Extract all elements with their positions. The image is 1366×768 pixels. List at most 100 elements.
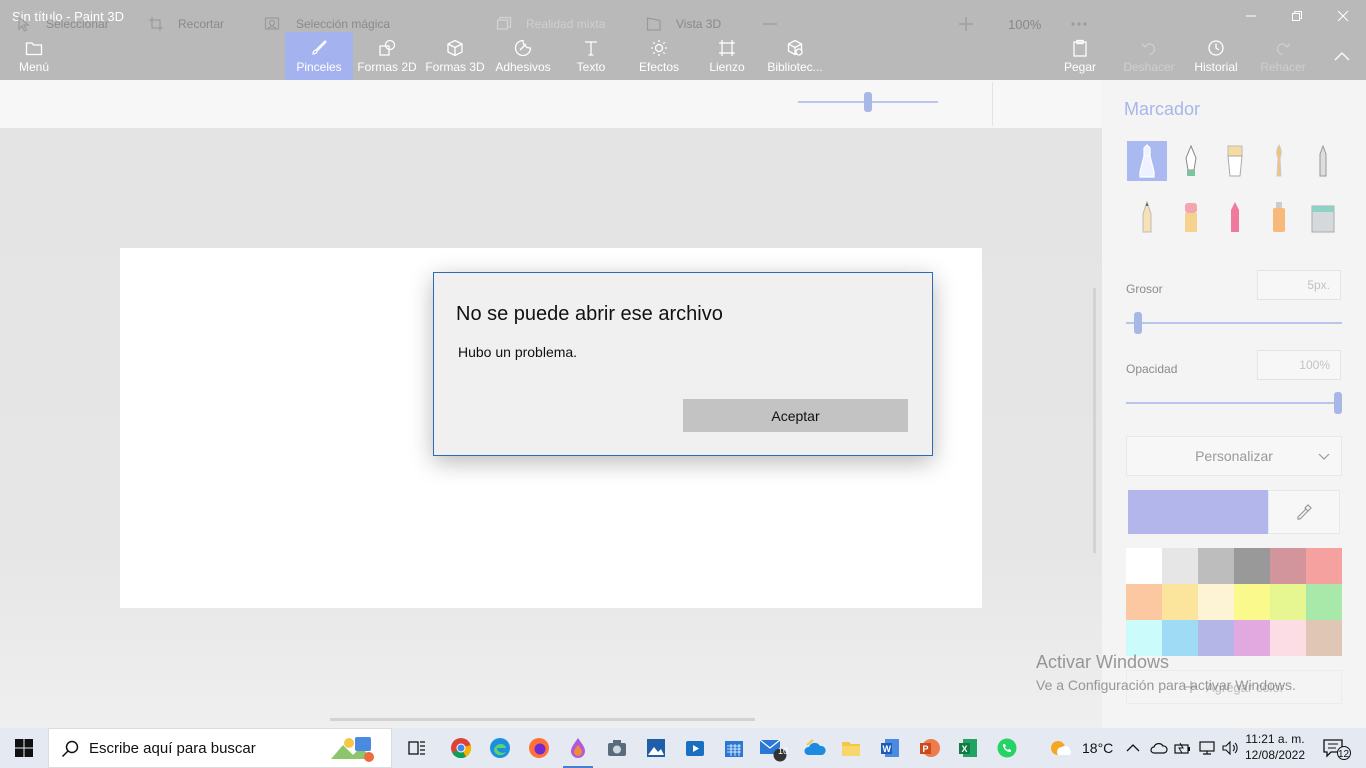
brush-calligraphy-pen[interactable] xyxy=(1171,141,1211,181)
accept-button[interactable]: Aceptar xyxy=(683,399,908,432)
horizontal-scrollbar[interactable] xyxy=(330,718,755,721)
opacity-field[interactable]: 100% xyxy=(1257,350,1341,380)
eyedropper-button[interactable] xyxy=(1268,490,1340,534)
more-options-button[interactable] xyxy=(1070,0,1102,48)
current-color-swatch[interactable] xyxy=(1128,490,1268,534)
palette-swatch[interactable] xyxy=(1270,620,1306,656)
watercolor-icon xyxy=(1276,144,1282,177)
opacity-slider-thumb[interactable] xyxy=(1334,392,1342,414)
palette-swatch[interactable] xyxy=(1162,620,1198,656)
brush-pencil[interactable] xyxy=(1127,197,1167,237)
taskbar-camera[interactable] xyxy=(598,728,636,768)
taskbar-paint-3d[interactable] xyxy=(559,728,597,768)
palette-swatch[interactable] xyxy=(1198,584,1234,620)
minimize-button[interactable] xyxy=(1228,0,1274,32)
show-hidden-icons-button[interactable] xyxy=(1126,728,1140,768)
crop-button[interactable]: Recortar xyxy=(148,0,224,48)
taskbar-excel[interactable]: X xyxy=(949,728,987,768)
restore-button[interactable] xyxy=(1274,0,1320,32)
palette-swatch[interactable] xyxy=(1162,548,1198,584)
brush-watercolor[interactable] xyxy=(1259,141,1299,181)
mixed-reality-button[interactable]: Realidad mixta xyxy=(496,0,605,48)
restore-icon xyxy=(1292,11,1302,21)
taskbar-search-box[interactable]: Escribe aquí para buscar xyxy=(48,728,392,768)
taskbar-chrome[interactable] xyxy=(442,728,480,768)
palette-swatch[interactable] xyxy=(1234,584,1270,620)
cube-icon xyxy=(447,39,463,57)
customize-dropdown[interactable]: Personalizar xyxy=(1126,436,1342,476)
taskbar-firefox[interactable] xyxy=(520,728,558,768)
history-button[interactable]: Historial xyxy=(1186,32,1246,80)
brush-spray-can[interactable] xyxy=(1259,197,1299,237)
dialog-message: Hubo un problema. xyxy=(458,344,578,360)
zoom-out-button[interactable] xyxy=(762,0,792,48)
brush-oil[interactable] xyxy=(1215,141,1255,181)
windows-logo-icon xyxy=(15,739,33,757)
zoom-in-button[interactable] xyxy=(958,0,988,48)
thickness-slider-thumb[interactable] xyxy=(1134,312,1142,334)
tool-formas-3d[interactable]: Formas 3D xyxy=(422,32,488,80)
vertical-scrollbar[interactable] xyxy=(1093,288,1096,553)
tray-cloud[interactable] xyxy=(1150,728,1168,768)
pixel-pen-icon xyxy=(1319,144,1327,177)
taskbar-photos[interactable] xyxy=(637,728,675,768)
tool-label: Formas 2D xyxy=(357,60,417,74)
weather-widget[interactable]: 18°C xyxy=(1048,728,1113,768)
palette-swatch[interactable] xyxy=(1126,548,1162,584)
brush-eraser[interactable] xyxy=(1171,197,1211,237)
redo-button[interactable]: Rehacer xyxy=(1254,32,1312,80)
brush-pixel-pen[interactable] xyxy=(1303,141,1343,181)
taskbar-mail[interactable]: 10 xyxy=(754,728,792,768)
marker-icon xyxy=(1139,144,1155,178)
taskbar-onedrive[interactable] xyxy=(796,728,834,768)
chrome-icon xyxy=(451,738,472,759)
taskbar-word[interactable]: W xyxy=(871,728,909,768)
brush-marker[interactable] xyxy=(1127,141,1167,181)
thickness-slider-track[interactable] xyxy=(1126,322,1342,324)
taskbar-whatsapp[interactable] xyxy=(988,728,1026,768)
task-view-button[interactable] xyxy=(398,728,436,768)
redo-label: Rehacer xyxy=(1260,60,1306,74)
palette-swatch[interactable] xyxy=(1126,584,1162,620)
palette-swatch[interactable] xyxy=(1270,548,1306,584)
start-button[interactable] xyxy=(0,728,48,768)
select-button[interactable]: Seleccionar xyxy=(16,0,109,48)
undo-label: Deshacer xyxy=(1123,60,1175,74)
taskbar-file-explorer[interactable] xyxy=(832,728,870,768)
tray-battery[interactable] xyxy=(1174,728,1192,768)
minimize-icon xyxy=(1246,15,1256,17)
paint-3d-icon xyxy=(571,738,585,758)
palette-swatch[interactable] xyxy=(1198,620,1234,656)
tray-volume[interactable] xyxy=(1222,728,1240,768)
tool-label: Adhesivos xyxy=(495,60,551,74)
palette-swatch[interactable] xyxy=(1306,584,1342,620)
taskbar-clock[interactable]: 11:21 a. m. 12/08/2022 xyxy=(1240,731,1310,763)
taskbar-edge[interactable] xyxy=(481,728,519,768)
eyedropper-icon xyxy=(1297,504,1312,520)
palette-swatch[interactable] xyxy=(1162,584,1198,620)
brush-crayon[interactable] xyxy=(1215,197,1255,237)
palette-swatch[interactable] xyxy=(1234,620,1270,656)
zoom-slider-thumb[interactable] xyxy=(864,92,872,112)
taskbar-powerpoint[interactable]: P xyxy=(910,728,948,768)
palette-swatch[interactable] xyxy=(1306,620,1342,656)
view-3d-button[interactable]: Vista 3D xyxy=(646,0,721,48)
magic-select-button[interactable]: Selección mágica xyxy=(264,0,390,48)
taskbar-calendar[interactable] xyxy=(715,728,753,768)
opacity-slider-track[interactable] xyxy=(1126,402,1340,404)
palette-swatch[interactable] xyxy=(1306,548,1342,584)
palette-swatch[interactable] xyxy=(1126,620,1162,656)
undo-button[interactable]: Deshacer xyxy=(1120,32,1178,80)
tool-label: Lienzo xyxy=(709,60,745,74)
close-button[interactable] xyxy=(1320,0,1366,32)
taskbar-video-editor[interactable] xyxy=(676,728,714,768)
palette-swatch[interactable] xyxy=(1198,548,1234,584)
thickness-field[interactable]: 5px. xyxy=(1257,270,1341,300)
palette-swatch[interactable] xyxy=(1234,548,1270,584)
brush-fill[interactable] xyxy=(1303,197,1343,237)
notification-center-button[interactable]: 12 xyxy=(1322,728,1352,768)
palette-swatch[interactable] xyxy=(1270,584,1306,620)
collapse-ribbon-button[interactable] xyxy=(1326,32,1358,80)
tray-network[interactable] xyxy=(1198,728,1216,768)
oil-brush-icon xyxy=(1227,145,1243,177)
